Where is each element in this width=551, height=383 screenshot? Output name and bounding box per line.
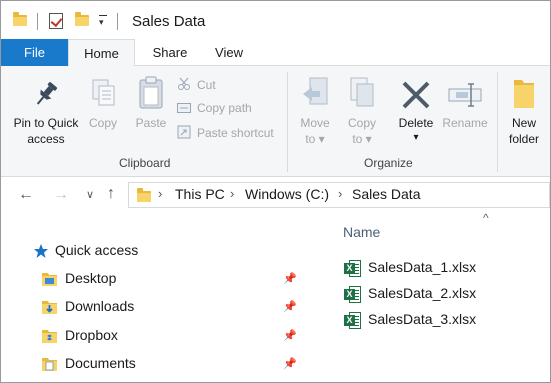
folder-icon — [13, 12, 27, 26]
excel-file-icon: X — [344, 260, 361, 277]
pin-icon[interactable]: 📌 — [283, 329, 297, 342]
breadcrumb-chevron-icon[interactable]: › — [230, 186, 234, 201]
breadcrumb-this-pc[interactable]: This PC — [175, 186, 225, 202]
copy-to-icon — [350, 77, 374, 107]
file-name: SalesData_2.xlsx — [368, 285, 477, 301]
file-name: SalesData_3.xlsx — [368, 311, 477, 327]
tab-home[interactable]: Home — [68, 39, 135, 67]
paste-shortcut-icon — [177, 125, 191, 139]
new-folder-quick-icon[interactable] — [75, 12, 89, 26]
nav-item-label: Downloads — [65, 298, 135, 314]
ribbon-group-divider — [287, 72, 288, 172]
breadcrumb-chevron-icon[interactable]: › — [158, 186, 162, 201]
delete-dropdown-icon[interactable]: ▾ — [394, 130, 438, 145]
new-folder-label-line2: folder — [508, 132, 540, 146]
paste-icon — [139, 76, 163, 109]
properties-check-icon[interactable] — [49, 13, 63, 29]
nav-item-label: Desktop — [65, 270, 117, 286]
rename-icon — [448, 83, 482, 107]
nav-item-label: Documents — [65, 355, 136, 371]
nav-item-label: Dropbox — [65, 327, 118, 343]
copy-to-label-line2: to ▾ — [352, 132, 372, 146]
tab-share[interactable]: Share — [141, 39, 199, 66]
ribbon-group-divider — [497, 72, 498, 172]
nav-quick-access-label: Quick access — [55, 242, 139, 258]
title-bar: ▾ Sales Data — [1, 1, 550, 39]
cut-label: Cut — [197, 78, 216, 92]
tab-file[interactable]: File — [1, 39, 68, 66]
breadcrumb-windows-c[interactable]: Windows (C:) — [245, 186, 329, 202]
pin-icon — [36, 82, 58, 105]
copy-icon — [92, 79, 115, 106]
new-folder-icon — [514, 80, 534, 108]
documents-folder-icon — [42, 358, 57, 371]
file-explorer-window: ▾ Sales Data File Home Share View Pin to… — [0, 0, 551, 383]
window-title: Sales Data — [132, 13, 206, 30]
scissors-icon — [177, 77, 191, 90]
tab-view[interactable]: View — [205, 39, 253, 66]
paste-label: Paste — [135, 116, 167, 130]
pin-label-line1: Pin to Quick — [13, 116, 79, 130]
copy-to-label-line1: Copy — [347, 116, 376, 130]
up-arrow-icon[interactable]: ↑ — [107, 185, 115, 203]
paste-button[interactable]: Paste — [129, 76, 173, 154]
copy-path-label: Copy path — [197, 101, 252, 115]
move-to-label-line1: Move — [300, 116, 330, 130]
move-to-icon — [303, 77, 328, 105]
delete-button[interactable]: Delete ▾ — [394, 74, 438, 154]
new-folder-label-line1: New — [511, 116, 536, 130]
copy-to-button[interactable]: Copy to ▾ — [340, 74, 384, 154]
paste-shortcut-button[interactable]: Paste shortcut — [177, 125, 274, 140]
breadcrumb-chevron-icon[interactable]: › — [338, 186, 342, 201]
forward-arrow-icon[interactable]: → — [53, 186, 69, 204]
column-header-name[interactable]: Name — [343, 224, 380, 240]
cut-button[interactable]: Cut — [177, 77, 216, 92]
delete-label: Delete — [398, 116, 434, 130]
downloads-folder-icon — [42, 301, 57, 314]
new-folder-button[interactable]: New folder — [501, 74, 547, 154]
pin-icon[interactable]: 📌 — [283, 357, 297, 370]
breadcrumb-sales-data[interactable]: Sales Data — [352, 186, 420, 202]
quick-access-star-icon — [34, 244, 48, 258]
excel-file-icon: X — [344, 312, 361, 329]
copy-path-icon — [177, 102, 191, 114]
clipboard-group-label: Clipboard — [119, 156, 171, 170]
pin-to-quick-access-button[interactable]: Pin to Quick access — [7, 76, 85, 154]
move-to-label-line2: to ▾ — [305, 132, 325, 146]
folder-icon — [137, 188, 151, 202]
paste-shortcut-label: Paste shortcut — [197, 126, 274, 140]
copy-label: Copy — [88, 116, 117, 130]
ribbon-tabs: File Home Share View — [1, 39, 550, 67]
pin-icon[interactable]: 📌 — [283, 300, 297, 313]
back-arrow-icon[interactable]: ← — [18, 186, 34, 204]
sort-ascending-caret-icon: ^ — [483, 211, 489, 225]
title-separator — [117, 13, 118, 30]
move-to-button[interactable]: Move to ▾ — [293, 74, 337, 154]
pin-label-line2: access — [27, 132, 65, 146]
file-name: SalesData_1.xlsx — [368, 259, 477, 275]
organize-group-label: Organize — [364, 156, 413, 170]
desktop-folder-icon — [42, 273, 57, 286]
copy-path-button[interactable]: Copy path — [177, 101, 252, 115]
copy-button[interactable]: Copy — [85, 76, 121, 154]
delete-x-icon — [402, 81, 430, 109]
dropbox-folder-icon — [42, 330, 57, 343]
customize-quick-access-dropdown-icon[interactable]: ▾ — [99, 15, 107, 28]
ribbon-home: Pin to Quick access Copy Paste Cut Copy … — [1, 66, 550, 177]
rename-button[interactable]: Rename — [441, 74, 489, 154]
recent-locations-chevron-icon[interactable]: ∨ — [86, 188, 94, 201]
title-separator — [37, 13, 38, 30]
excel-file-icon: X — [344, 286, 361, 303]
rename-label: Rename — [442, 116, 488, 130]
pin-icon[interactable]: 📌 — [283, 272, 297, 285]
